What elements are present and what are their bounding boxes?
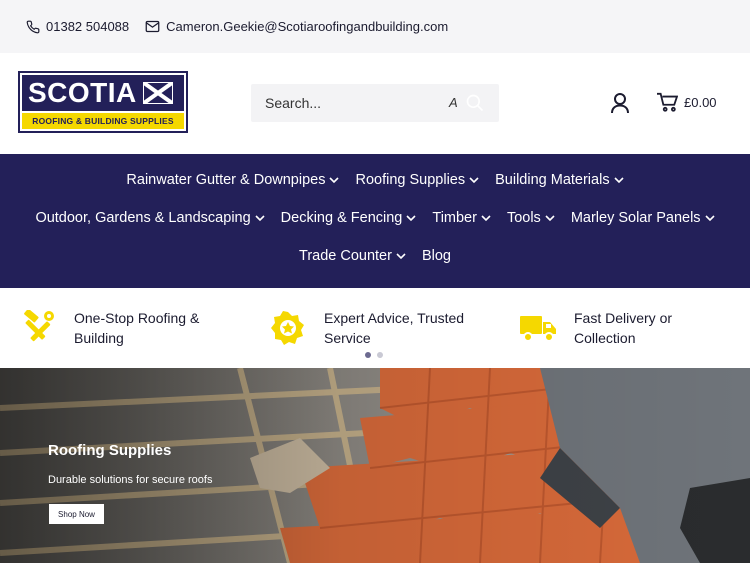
cart-button[interactable]: £0.00 [656, 92, 717, 112]
nav-item-blog[interactable]: Blog [422, 248, 451, 264]
nav-label: Outdoor, Gardens & Landscaping [35, 210, 251, 226]
nav-label: Decking & Fencing [280, 210, 403, 226]
shop-now-button[interactable]: Shop Now [49, 504, 104, 524]
nav-item-timber[interactable]: Timber [432, 210, 491, 226]
logo-tagline: ROOFING & BUILDING SUPPLIES [22, 113, 184, 129]
chevron-down-icon [704, 214, 715, 221]
feature-line2: Collection [574, 330, 636, 346]
feature-line2: Building [74, 330, 124, 346]
hero-subtitle: Durable solutions for secure roofs [48, 474, 213, 486]
search-icon[interactable] [465, 93, 485, 113]
nav-row: Outdoor, Gardens & Landscaping Decking &… [0, 210, 750, 226]
account-icon[interactable] [610, 92, 630, 114]
delivery-truck-icon [520, 316, 556, 342]
site-header: SCOTIA ROOFING & BUILDING SUPPLIES A £0.… [0, 53, 750, 154]
feature-one-stop: One-Stop Roofing & Building [18, 308, 224, 348]
phone-icon [26, 20, 40, 33]
logo-wordmark: SCOTIA [22, 75, 184, 111]
feature-fast-delivery: Fast Delivery or Collection [518, 308, 724, 348]
nav-item-outdoor[interactable]: Outdoor, Gardens & Landscaping [35, 210, 265, 226]
feature-line2: Service [324, 330, 371, 346]
feature-expert-advice: Expert Advice, Trusted Service [268, 308, 474, 348]
nav-label: Tools [506, 210, 541, 226]
cart-total: £0.00 [684, 94, 717, 110]
tools-icon [24, 310, 54, 342]
site-logo[interactable]: SCOTIA ROOFING & BUILDING SUPPLIES [18, 71, 188, 133]
chevron-down-icon [469, 176, 479, 183]
nav-label: Rainwater Gutter & Downpipes [126, 172, 326, 188]
phone-contact[interactable]: 01382 504088 [26, 19, 129, 34]
cart-icon [657, 92, 678, 112]
hero-background-image [0, 368, 750, 563]
feature-line1: Expert Advice, Trusted [324, 310, 465, 326]
chevron-down-icon [406, 214, 416, 221]
features-strip: One-Stop Roofing & Building Expert Advice… [0, 288, 750, 368]
search-input[interactable] [251, 84, 451, 122]
nav-label: Building Materials [495, 172, 610, 188]
chevron-down-icon [255, 214, 265, 221]
nav-label: Marley Solar Panels [570, 210, 701, 226]
nav-item-trade-counter[interactable]: Trade Counter [299, 248, 406, 264]
badge-icon [271, 311, 304, 345]
nav-item-tools[interactable]: Tools [507, 210, 555, 226]
nav-item-solar-panels[interactable]: Marley Solar Panels [571, 210, 715, 226]
nav-item-roofing[interactable]: Roofing Supplies [355, 172, 479, 188]
chevron-down-icon [614, 176, 624, 183]
feature-line1: One-Stop Roofing & [74, 310, 200, 326]
nav-row: Rainwater Gutter & Downpipes Roofing Sup… [0, 172, 750, 188]
main-nav: Rainwater Gutter & Downpipes Roofing Sup… [0, 154, 750, 288]
chevron-down-icon [481, 214, 491, 221]
top-contact-bar: 01382 504088 Cameron.Geekie@Scotiaroofin… [0, 0, 750, 53]
chevron-down-icon [396, 252, 406, 259]
hero-banner: Roofing Supplies Durable solutions for s… [0, 368, 750, 563]
nav-item-rainwater[interactable]: Rainwater Gutter & Downpipes [126, 172, 340, 188]
carousel-dot[interactable] [377, 352, 383, 358]
nav-row: Trade Counter Blog [0, 248, 750, 264]
mail-icon [145, 20, 160, 33]
phone-number: 01382 504088 [46, 19, 130, 34]
search-bar: A [251, 84, 499, 122]
nav-item-building-materials[interactable]: Building Materials [495, 172, 624, 188]
hero-title: Roofing Supplies [48, 442, 172, 459]
chevron-down-icon [545, 214, 555, 221]
saltire-flag-icon [142, 82, 173, 104]
nav-item-decking[interactable]: Decking & Fencing [281, 210, 417, 226]
logo-word: SCOTIA [28, 77, 137, 108]
carousel-dots [365, 352, 389, 358]
search-caret: A [449, 95, 458, 110]
email-contact[interactable]: Cameron.Geekie@Scotiaroofingandbuilding.… [145, 19, 448, 34]
nav-label: Trade Counter [299, 248, 392, 264]
email-address: Cameron.Geekie@Scotiaroofingandbuilding.… [166, 19, 449, 34]
nav-label: Roofing Supplies [355, 172, 466, 188]
carousel-dot-active[interactable] [365, 352, 371, 358]
nav-label: Timber [432, 210, 477, 226]
nav-label: Blog [421, 248, 451, 264]
chevron-down-icon [329, 176, 340, 183]
feature-line1: Fast Delivery or [574, 310, 673, 326]
